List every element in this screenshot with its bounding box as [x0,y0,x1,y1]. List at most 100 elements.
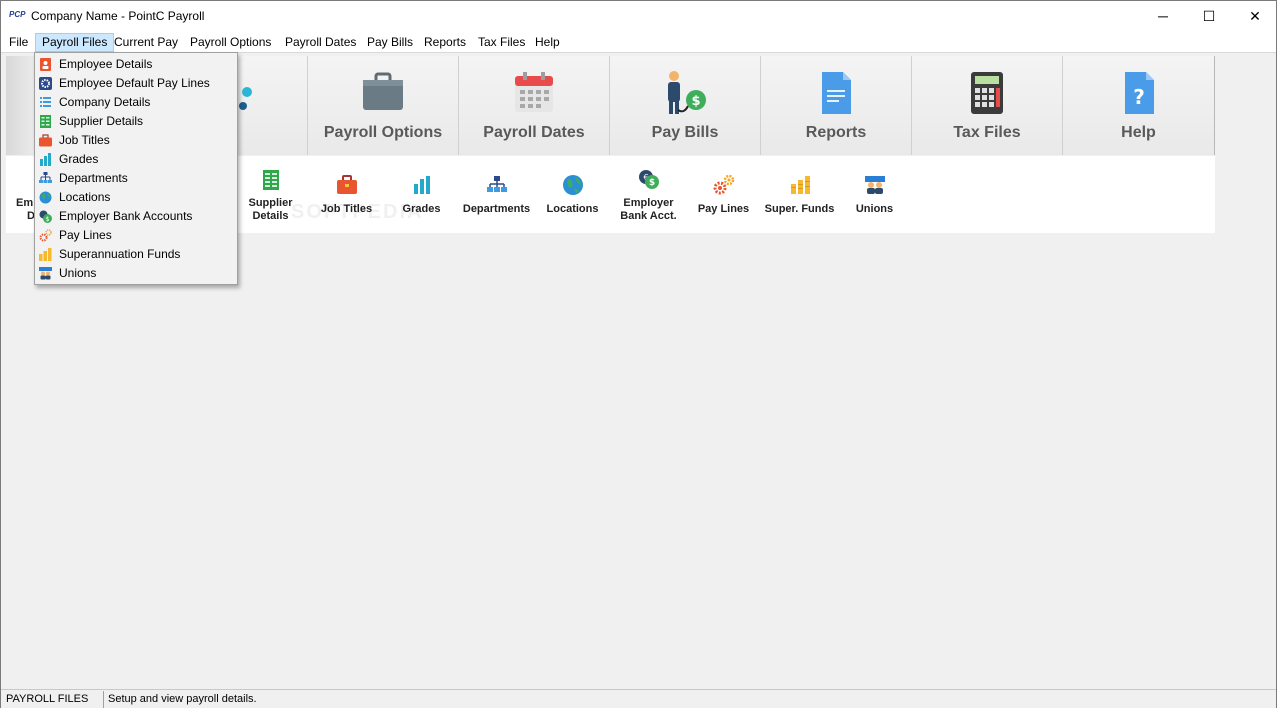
ribbon-tax-files-label: Tax Files [953,124,1021,141]
briefcase-icon [363,72,403,110]
menu-help[interactable]: Help [529,33,566,52]
sub-employer-bank-label-1: Employer [623,197,674,209]
window-title: Company Name - PointC Payroll [31,9,205,23]
ribbon-selected-shade [6,56,36,155]
menu-reports[interactable]: Reports [418,33,472,52]
gear-icon [39,77,52,90]
dd-unions[interactable]: Unions [35,264,237,283]
menu-payroll-options[interactable]: Payroll Options [184,33,277,52]
status-message: Setup and view payroll details. [108,693,257,705]
dd-employee-default-pay-lines[interactable]: Employee Default Pay Lines [35,74,237,93]
menu-tax-files[interactable]: Tax Files [472,33,531,52]
dd-pay-lines-label: Pay Lines [59,228,112,242]
ribbon-tax-files-button[interactable]: Tax Files [912,56,1063,155]
menu-pay-bills[interactable]: Pay Bills [361,33,419,52]
menu-payroll-dates[interactable]: Payroll Dates [279,33,362,52]
sub-departments-button[interactable]: Departments [459,156,534,233]
ribbon-payroll-dates-button[interactable]: Payroll Dates [459,56,610,155]
svg-text:$: $ [691,94,700,109]
dd-job-titles[interactable]: Job Titles [35,131,237,150]
coins-icon [790,176,810,194]
dd-grades-label: Grades [59,152,99,166]
dd-superannuation-funds[interactable]: Superannuation Funds [35,245,237,264]
globe-icon [562,175,583,195]
coins-icon [39,248,52,261]
svg-text:$: $ [648,178,654,188]
dd-departments-label: Departments [59,171,128,185]
maximize-button[interactable]: ☐ [1186,1,1232,31]
ribbon-payroll-options-label: Payroll Options [323,124,443,141]
spreadsheet-icon [262,170,279,190]
sub-employer-bank-button[interactable]: € $ Employer Bank Acct. [611,156,686,233]
people-icon [39,267,52,280]
sub-employer-bank-label-2: Bank Acct. [620,210,677,222]
sub-pay-lines-button[interactable]: Pay Lines [686,156,761,233]
close-button[interactable]: ✕ [1232,1,1277,31]
app-logo-icon: PCP [9,10,26,19]
document-icon [822,72,851,114]
sub-departments-label: Departments [462,203,531,215]
menu-payroll-files[interactable]: Payroll Files [35,33,115,52]
status-bar: PAYROLL FILES Setup and view payroll det… [1,689,1276,708]
employee-icon [40,58,51,71]
briefcase-icon [336,175,357,194]
status-section: PAYROLL FILES [2,691,104,708]
pay-bills-icon: $ [668,71,706,114]
dd-job-titles-label: Job Titles [59,133,110,147]
dd-locations-label: Locations [59,190,111,204]
gears-icon [713,174,734,195]
sub-unions-button[interactable]: Unions [837,156,912,233]
sub-unions-label: Unions [855,203,894,215]
ribbon-reports-button[interactable]: Reports [761,56,912,155]
menu-file[interactable]: File [3,33,34,52]
ribbon-payroll-dates-label: Payroll Dates [483,124,585,141]
bar-chart-icon [40,153,51,166]
ribbon-pay-bills-label: Pay Bills [651,124,719,141]
globe-icon [39,191,52,204]
bank-icon: $ [39,210,52,223]
org-chart-icon [486,176,507,192]
gears-icon [39,229,52,242]
svg-text:$: $ [46,216,50,223]
dd-company-details-label: Company Details [59,95,151,109]
dd-supplier-details[interactable]: Supplier Details [35,112,237,131]
ribbon-pay-bills-button[interactable]: $ Pay Bills [610,56,761,155]
app-window: PCP Company Name - PointC Payroll ─ ☐ ✕ … [0,0,1277,708]
spreadsheet-icon [40,115,51,128]
sub-locations-button[interactable]: Locations [535,156,610,233]
dd-departments[interactable]: Departments [35,169,237,188]
list-icon [40,97,51,107]
payroll-files-dropdown: Employee Details Employee Default Pay Li… [34,52,238,285]
dd-employee-default-pay-lines-label: Employee Default Pay Lines [59,76,210,90]
svg-text:?: ? [1133,85,1145,109]
people-icon [864,176,885,194]
dd-grades[interactable]: Grades [35,150,237,169]
dd-company-details[interactable]: Company Details [35,93,237,112]
dd-employer-bank-accounts[interactable]: $ Employer Bank Accounts [35,207,237,226]
org-chart-icon [39,172,52,183]
ribbon-payroll-options-button[interactable]: Payroll Options [308,56,459,155]
ribbon-help-button[interactable]: ? Help [1063,56,1215,155]
sub-locations-label: Locations [546,203,599,215]
menu-current-pay[interactable]: Current Pay [108,33,184,52]
sub-pay-lines-label: Pay Lines [697,203,750,215]
sub-super-funds-button[interactable]: Super. Funds [762,156,837,233]
dd-employer-bank-accounts-label: Employer Bank Accounts [59,209,193,223]
menu-bar: File Payroll Files Current Pay Payroll O… [1,31,1276,53]
bank-coin-icon: € $ [638,170,659,189]
calculator-icon [971,72,1003,114]
dd-unions-label: Unions [59,266,97,280]
dd-superannuation-funds-label: Superannuation Funds [59,247,181,261]
ribbon-reports-label: Reports [805,124,867,141]
bar-chart-icon [413,176,430,194]
calendar-icon [515,72,553,112]
dd-pay-lines[interactable]: Pay Lines [35,226,237,245]
sub-super-funds-label: Super. Funds [764,203,835,215]
help-icon: ? [1124,72,1154,114]
dd-locations[interactable]: Locations [35,188,237,207]
minimize-button[interactable]: ─ [1140,1,1186,31]
dd-employee-details[interactable]: Employee Details [35,55,237,74]
dd-supplier-details-label: Supplier Details [59,114,144,128]
title-bar: PCP Company Name - PointC Payroll ─ ☐ ✕ [1,1,1276,31]
briefcase-icon [39,134,52,147]
